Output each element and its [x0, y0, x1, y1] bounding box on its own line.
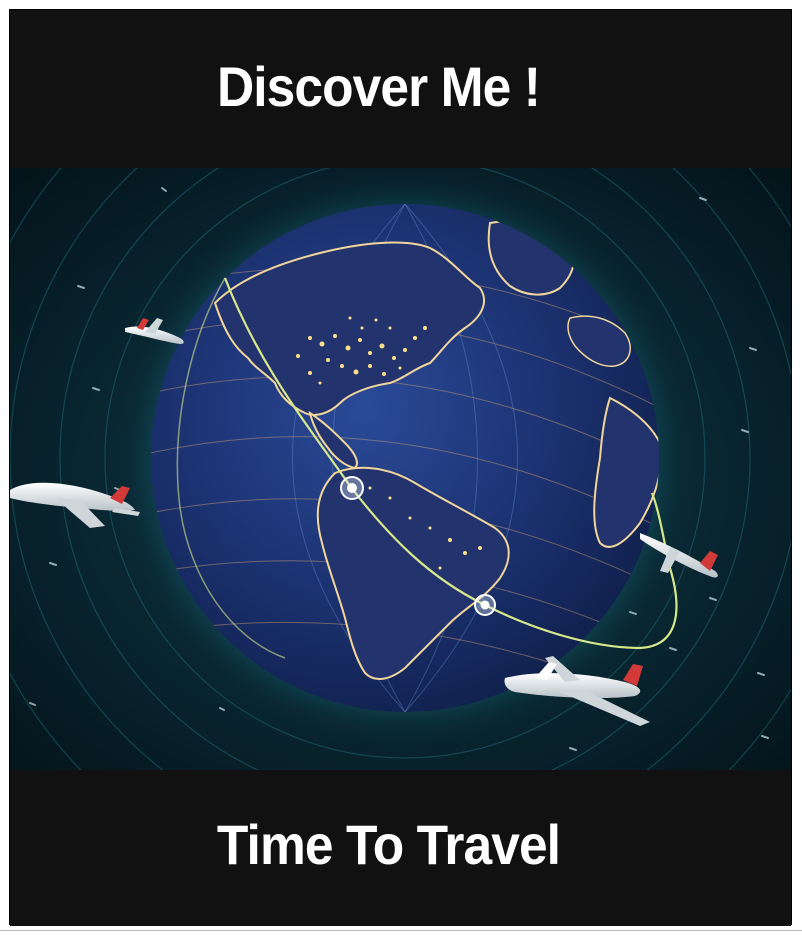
- divider: [0, 930, 802, 931]
- route-marker-icon: [474, 594, 496, 616]
- poster-subtitle: Time To Travel: [216, 813, 561, 876]
- globe-illustration: [10, 168, 791, 770]
- route-marker-icon: [340, 476, 364, 500]
- poster-frame: Discover Me ! Time To Travel: [9, 9, 792, 926]
- poster-title: Discover Me !: [216, 55, 541, 118]
- globe-scene: [10, 168, 791, 770]
